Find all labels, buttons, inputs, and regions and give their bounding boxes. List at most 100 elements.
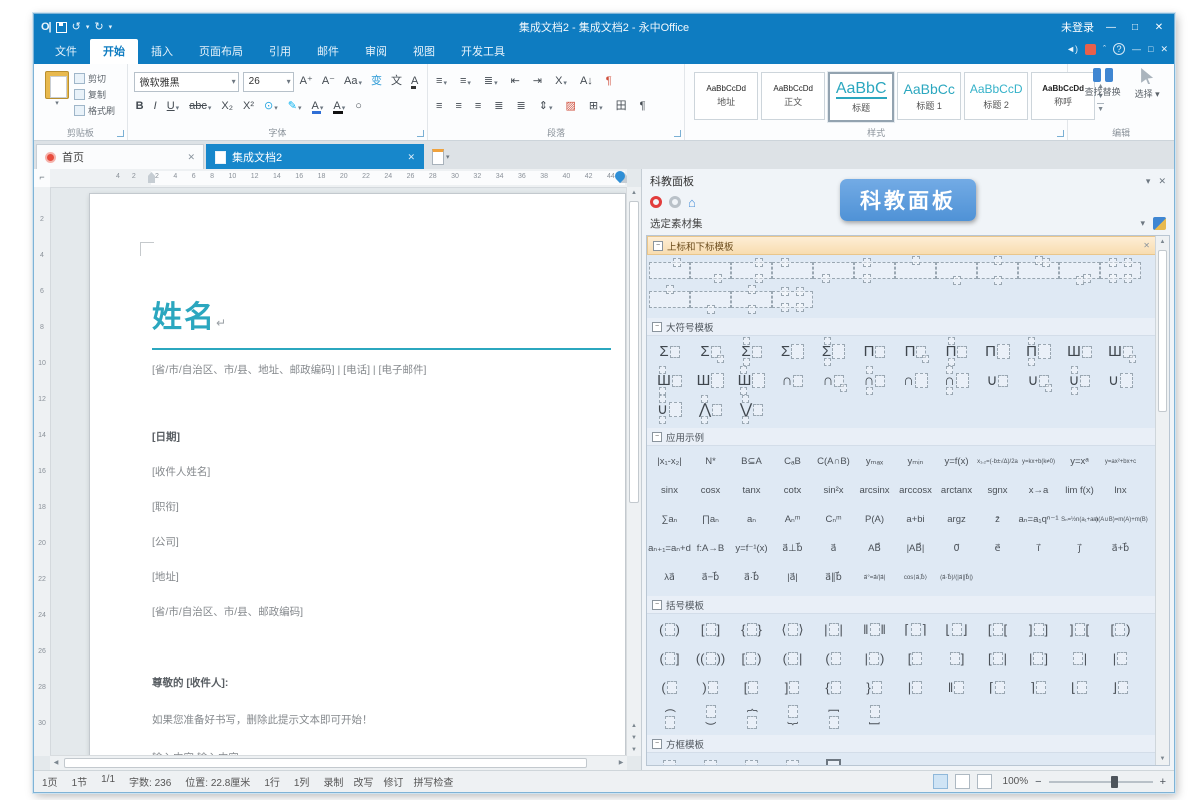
minimize-icon-2[interactable]: — bbox=[1132, 45, 1141, 54]
template-cell[interactable] bbox=[895, 256, 936, 285]
style-标题[interactable]: AaBbC标题 bbox=[828, 72, 894, 122]
template-cell[interactable]: ( bbox=[649, 702, 690, 731]
template-cell[interactable]: yₘₐₓ bbox=[854, 447, 895, 476]
template-cell[interactable]: ‖‖ bbox=[854, 615, 895, 644]
template-cell[interactable]: ‖ bbox=[936, 673, 977, 702]
next-page-icon[interactable]: ▼ bbox=[627, 744, 641, 756]
template-cell[interactable] bbox=[649, 256, 690, 285]
shading-button[interactable]: ▨ bbox=[563, 99, 577, 113]
template-cell[interactable]: y=f⁻¹(x) bbox=[731, 534, 772, 563]
template-cell[interactable]: a⃗°=a⃗/|a⃗| bbox=[854, 563, 895, 592]
template-cell[interactable]: Π bbox=[977, 337, 1018, 366]
template-cell[interactable]: Π bbox=[1018, 337, 1059, 366]
section-header-上标和下标模板[interactable]: −上标和下标模板✕ bbox=[647, 236, 1156, 255]
template-cell[interactable]: ⌊ bbox=[1059, 673, 1100, 702]
template-cell[interactable]: ⌈⌉ bbox=[895, 615, 936, 644]
template-cell[interactable]: cosx bbox=[690, 476, 731, 505]
show-marks-button[interactable]: ¶ bbox=[604, 74, 614, 88]
template-cell[interactable]: ∩ bbox=[936, 366, 977, 395]
help-icon[interactable]: ? bbox=[1113, 43, 1125, 55]
status-toggle-改写[interactable]: 改写 bbox=[353, 774, 373, 789]
template-cell[interactable] bbox=[731, 256, 772, 285]
panel-scroll-down-icon[interactable]: ▼ bbox=[1156, 753, 1169, 765]
template-cell[interactable]: ( bbox=[813, 644, 854, 673]
asian-layout-button[interactable]: X▾ bbox=[553, 74, 569, 88]
paste-dropdown-icon[interactable]: ▾ bbox=[55, 99, 59, 107]
font-name-combo[interactable]: 微软雅黑▾ bbox=[134, 72, 239, 92]
template-cell[interactable]: sgnx bbox=[977, 476, 1018, 505]
select-button[interactable]: 选择 ▾ bbox=[1135, 68, 1160, 127]
style-正文[interactable]: AaBbCcDd正文 bbox=[761, 72, 825, 120]
template-cell[interactable]: C(A∩B) bbox=[813, 447, 854, 476]
template-cell[interactable]: Σ bbox=[731, 337, 772, 366]
template-cell[interactable]: [[ bbox=[977, 615, 1018, 644]
zoom-out-button[interactable]: − bbox=[1035, 776, 1041, 788]
zoom-in-button[interactable]: + bbox=[1160, 776, 1166, 788]
template-cell[interactable]: |a⃗| bbox=[772, 563, 813, 592]
view-mode-outline-icon[interactable] bbox=[977, 774, 992, 789]
template-cell[interactable]: { bbox=[813, 673, 854, 702]
section-header-大符号模板[interactable]: −大符号模板 bbox=[647, 318, 1156, 336]
subscript-button[interactable]: X₂ bbox=[219, 99, 235, 113]
decrease-indent-button[interactable]: ⇤ bbox=[509, 74, 522, 88]
template-cell[interactable]: ⌊⌋ bbox=[936, 615, 977, 644]
template-cell[interactable]: y=kx+b(k≠0) bbox=[1018, 447, 1059, 476]
template-cell[interactable] bbox=[854, 256, 895, 285]
doc-heading[interactable]: 姓名↵ bbox=[152, 292, 611, 350]
template-cell[interactable]: (a⃗·b⃗)/(|a⃗||b⃗|) bbox=[936, 563, 977, 592]
style-地址[interactable]: AaBbCcDd地址 bbox=[694, 72, 758, 120]
doc-contact-line[interactable]: [省/市/自治区、市/县、地址、邮政编码] | [电话] | [电子邮件] bbox=[152, 362, 611, 377]
close-icon-2[interactable]: ✕ bbox=[1160, 45, 1168, 54]
template-cell[interactable]: | bbox=[1059, 644, 1100, 673]
template-cell[interactable]: i⃗ bbox=[1018, 534, 1059, 563]
template-cell[interactable]: [) bbox=[731, 644, 772, 673]
font-color-button[interactable]: A▾ bbox=[310, 99, 326, 113]
template-cell[interactable]: { bbox=[731, 702, 772, 731]
template-cell[interactable]: x→a bbox=[1018, 476, 1059, 505]
body-paragraph[interactable]: 如果您准备好书写，删除此提示文本即可开始！ bbox=[152, 712, 611, 728]
template-cell[interactable]: ∪ bbox=[1018, 366, 1059, 395]
volume-icon[interactable]: ◄) bbox=[1066, 45, 1078, 54]
change-case-button[interactable]: Aa▾ bbox=[342, 74, 364, 88]
multilevel-list-button[interactable]: ≣▾ bbox=[482, 74, 500, 88]
justify-button[interactable]: ≣ bbox=[492, 99, 505, 113]
ribbon-tab-开始[interactable]: 开始 bbox=[90, 39, 138, 64]
template-cell[interactable]: (()) bbox=[690, 644, 731, 673]
template-cell[interactable]: a⃗·b⃗ bbox=[731, 563, 772, 592]
template-cell[interactable]: arccosx bbox=[895, 476, 936, 505]
template-cell[interactable] bbox=[813, 256, 854, 285]
ribbon-tab-文件[interactable]: 文件 bbox=[42, 39, 90, 64]
template-cell[interactable]: a⃗∥b⃗ bbox=[813, 563, 854, 592]
template-cell[interactable]: { bbox=[772, 702, 813, 731]
recipient-line[interactable]: [职衔] bbox=[152, 499, 611, 514]
template-cell[interactable]: B⊆A bbox=[731, 447, 772, 476]
cut-button[interactable]: 剪切 bbox=[74, 72, 115, 85]
clipboard-dialog-launcher[interactable] bbox=[117, 130, 124, 137]
template-cell[interactable]: ⋀ bbox=[690, 395, 731, 424]
template-cell[interactable]: ⋁ bbox=[731, 395, 772, 424]
template-cell[interactable]: lnx bbox=[1100, 476, 1141, 505]
template-cell[interactable]: Aₙᵐ bbox=[772, 505, 813, 534]
char-shading-button[interactable]: A▾ bbox=[331, 99, 347, 113]
template-cell[interactable] bbox=[649, 285, 690, 314]
scroll-right-icon[interactable]: ▶ bbox=[615, 756, 627, 770]
template-cell[interactable]: y=ax²+bx+c bbox=[1100, 447, 1141, 476]
new-doc-tab-button[interactable]: ▾ bbox=[426, 145, 456, 169]
template-cell[interactable]: ∪ bbox=[1059, 366, 1100, 395]
template-cell[interactable] bbox=[772, 285, 813, 314]
vertical-ruler[interactable]: 24681012141618202224262830323436 bbox=[34, 187, 51, 756]
collapse-icon[interactable]: − bbox=[653, 241, 663, 251]
section-header-括号模板[interactable]: −括号模板 bbox=[647, 596, 1156, 614]
template-cell[interactable]: a⃗−b⃗ bbox=[690, 563, 731, 592]
recipient-line[interactable]: [地址] bbox=[152, 569, 611, 584]
zoom-slider-thumb[interactable] bbox=[1111, 776, 1118, 788]
tab-stop-selector[interactable]: ⌐ bbox=[34, 169, 51, 188]
template-cell[interactable]: e⃗ bbox=[977, 534, 1018, 563]
maximize-icon[interactable]: □ bbox=[1128, 22, 1142, 33]
char-border-button[interactable]: 文 bbox=[389, 74, 404, 88]
template-cell[interactable] bbox=[1059, 256, 1100, 285]
template-cell[interactable]: a⃗ bbox=[813, 534, 854, 563]
strikethrough-button[interactable]: abc▾ bbox=[187, 99, 213, 113]
format-painter-button[interactable]: 格式刷 bbox=[74, 104, 115, 117]
recipient-line[interactable]: [省/市/自治区、市/县、邮政编码] bbox=[152, 604, 611, 619]
